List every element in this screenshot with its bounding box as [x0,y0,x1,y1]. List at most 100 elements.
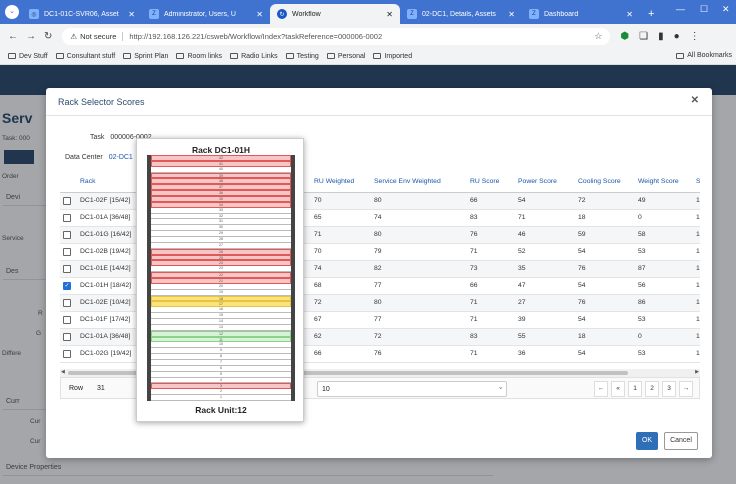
extensions-puzzle-icon[interactable]: ❏ [639,31,648,42]
forward-icon[interactable]: → [26,31,36,42]
tab-close-icon[interactable]: ✕ [626,10,633,19]
tab-label: 02-DC1, Details, Assets [422,10,496,18]
row-checkbox[interactable] [63,213,71,222]
all-bookmarks[interactable]: All Bookmarks [676,52,732,59]
browser-tab-1[interactable]: ◎ DC1-01C-SVR06, Asset ✕ [22,4,142,24]
cell-power-score: 35 [512,260,572,278]
datacenter-value[interactable]: 02-DC1 [109,154,133,161]
favicon-icon: ↻ [277,9,287,19]
folder-icon [55,53,64,59]
cell-score: 1( [690,328,700,346]
row-select-cell [60,294,74,312]
pager-page-3[interactable]: 3 [662,381,676,397]
column-header-cooling-score[interactable]: Cooling Score [572,172,632,193]
cell-cooling-score: 18 [572,328,632,346]
bookmark-folder[interactable]: Radio Links [230,53,278,60]
rack-unit-slot[interactable]: 1 [151,395,291,401]
row-checkbox[interactable] [63,196,71,205]
cell-weight-score: 86 [632,294,690,312]
browser-tab-2[interactable]: Z Administrator, Users, U ✕ [142,4,270,24]
row-checkbox[interactable] [63,349,71,358]
tab-close-icon[interactable]: ✕ [128,10,135,19]
cell-ru-score: 71 [464,311,512,329]
column-header-power-score[interactable]: Power Score [512,172,572,193]
datacenter-label: Data Center [65,154,103,161]
cancel-button[interactable]: Cancel [664,432,698,450]
tab-close-icon[interactable]: ✕ [386,10,393,19]
page-size-value: 10 [322,386,330,393]
row-checkbox[interactable] [63,247,71,256]
row-checkbox[interactable] [63,298,71,307]
bookmark-folder[interactable]: Imported [373,53,412,60]
security-indicator[interactable]: ⚠ Not secure [70,31,124,41]
browser-tab-5[interactable]: Z Dashboard ✕ [522,4,640,24]
tab-label: Administrator, Users, U [164,10,236,18]
cell-weight-score: 53 [632,243,690,261]
back-icon[interactable]: ← [8,31,18,42]
tab-close-icon[interactable]: ✕ [508,10,515,19]
column-header-ru-weighted[interactable]: RU Weighted [308,172,368,193]
cell-ru-score: 76 [464,226,512,244]
minimize-icon[interactable]: — [676,4,685,14]
bookmark-folder[interactable]: Dev Stuff [8,53,48,60]
column-header-service-env-weighted[interactable]: Service Env Weighted [368,172,464,193]
cell-ru-score: 71 [464,294,512,312]
column-header-ru-score[interactable]: RU Score [464,172,512,193]
bookmark-folder[interactable]: Sprint Plan [123,53,168,60]
all-bookmarks-label: All Bookmarks [687,52,732,59]
cell-service-env-weighted: 82 [368,260,464,278]
profile-icon[interactable]: ● [674,31,680,42]
task-field-label: Task [90,134,105,141]
bookmark-folder[interactable]: Room links [176,53,222,60]
bookmark-folder[interactable]: Personal [326,53,365,60]
row-label: Row [69,385,84,392]
row-checkbox[interactable] [63,332,71,341]
close-icon[interactable]: ✕ [691,95,699,106]
favicon-icon: Z [407,9,417,19]
pager-first-button[interactable]: « [611,381,625,397]
tab-search-icon[interactable]: ⌄ [5,5,19,19]
ok-button[interactable]: OK [636,432,658,450]
folder-icon [176,53,185,59]
row-checkbox[interactable] [63,230,71,239]
pager-next-button[interactable]: → [679,381,693,397]
cell-power-score: 47 [512,277,572,295]
browser-tab-4[interactable]: Z 02-DC1, Details, Assets ✕ [400,4,522,24]
pager-page-2[interactable]: 2 [645,381,659,397]
cell-power-score: 36 [512,345,572,363]
extension-shield-icon[interactable]: ⬢ [620,31,629,42]
pagination: ← « 1 2 3 → [594,381,693,397]
row-checkbox[interactable] [63,315,71,324]
close-window-icon[interactable]: ✕ [722,4,730,15]
bookmark-folder[interactable]: Consultant stuff [55,53,115,60]
cell-ru-score: 73 [464,260,512,278]
maximize-icon[interactable]: ☐ [700,4,708,15]
cell-cooling-score: 54 [572,311,632,329]
browser-tab-3[interactable]: ↻ Workflow ✕ [270,4,400,24]
tab-close-icon[interactable]: ✕ [256,10,263,19]
cell-power-score: 52 [512,243,572,261]
scroll-left-icon[interactable]: ◀ [61,369,65,375]
row-checkbox[interactable]: ✓ [63,281,71,290]
side-panel-icon[interactable]: ▮ [658,31,664,42]
cell-ru-weighted: 74 [308,260,368,278]
new-tab-icon[interactable]: + [648,8,654,20]
browser-tab-strip: ⌄ ◎ DC1-01C-SVR06, Asset ✕ Z Administrat… [0,0,736,24]
page-size-select[interactable]: 10 › [317,381,507,397]
scroll-right-icon[interactable]: ▶ [695,369,699,375]
column-header-weight-score[interactable]: Weight Score [632,172,690,193]
menu-kebab-icon[interactable]: ⋮ [690,31,700,42]
address-field[interactable]: ⚠ Not secure http://192.168.126.221/cswe… [62,27,611,45]
cell-ru-score: 83 [464,328,512,346]
pager-prev-button[interactable]: ← [594,381,608,397]
pager-page-1[interactable]: 1 [628,381,642,397]
reload-icon[interactable]: ↻ [44,31,52,42]
cell-cooling-score: 76 [572,260,632,278]
column-header-score[interactable]: Sc [690,172,700,193]
bookmark-star-icon[interactable]: ☆ [594,31,602,42]
cell-service-env-weighted: 79 [368,243,464,261]
row-select-cell [60,328,74,346]
row-select-cell [60,243,74,261]
row-checkbox[interactable] [63,264,71,273]
bookmark-folder[interactable]: Testing [285,53,319,60]
